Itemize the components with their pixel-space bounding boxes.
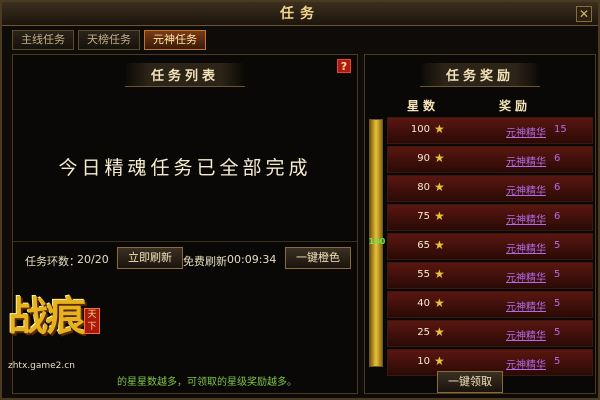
free-refresh-label: 免费刷新	[183, 255, 227, 268]
reward-row: 25 ★ 元神精华 5	[387, 320, 593, 347]
reward-quantity: 5	[554, 298, 561, 309]
tab-heaven-rank[interactable]: 天榜任务	[78, 30, 140, 50]
reward-header: 任务奖励	[365, 63, 595, 87]
star-icon: ★	[434, 296, 445, 310]
control-row: 任务环数： 20/20 立即刷新 免费刷新 00:09:34 一键橙色	[13, 247, 357, 273]
reward-item-link[interactable]: 元神精华	[506, 153, 546, 168]
free-refresh-timer: 00:09:34	[227, 253, 277, 266]
refresh-now-button[interactable]: 立即刷新	[117, 247, 183, 269]
task-list-title: 任务列表	[124, 63, 245, 87]
reward-star-count: 25	[417, 327, 430, 338]
reward-item-link[interactable]: 元神精华	[506, 124, 546, 139]
reward-quantity: 6	[554, 211, 561, 222]
star-icon: ★	[434, 209, 445, 223]
reward-column-header: 奖励	[499, 99, 532, 113]
star-icon: ★	[434, 325, 445, 339]
reward-row: 90 ★ 元神精华 6	[387, 146, 593, 173]
reward-row: 75 ★ 元神精华 6	[387, 204, 593, 231]
reward-star-count: 80	[417, 182, 430, 193]
window-title: 任务	[280, 6, 320, 22]
reward-panel: 任务奖励 星数 奖励 100 100 ★ 元神精华 15 90 ★ 元神精华 6 80 ★ 元神精华…	[364, 54, 596, 394]
star-icon: ★	[434, 151, 445, 165]
reward-quantity: 5	[554, 240, 561, 251]
reward-row: 40 ★ 元神精华 5	[387, 291, 593, 318]
reward-quantity: 5	[554, 327, 561, 338]
task-list-header: 任务列表	[13, 63, 357, 87]
reward-quantity: 5	[554, 356, 561, 367]
star-icon: ★	[434, 267, 445, 281]
reward-item-link[interactable]: 元神精华	[506, 240, 546, 255]
ring-count-value: 20/20	[77, 253, 109, 266]
title-bar: 任务 ✕	[2, 2, 598, 26]
reward-star-count: 90	[417, 153, 430, 164]
star-icon: ★	[434, 354, 445, 368]
star-progress-bar: 100	[368, 119, 386, 367]
close-icon[interactable]: ✕	[576, 6, 592, 22]
star-icon: ★	[434, 180, 445, 194]
reward-star-count: 55	[417, 269, 430, 280]
reward-star-count: 10	[417, 356, 430, 367]
reward-star-count: 65	[417, 240, 430, 251]
reward-title: 任务奖励	[419, 63, 540, 87]
reward-item-link[interactable]: 元神精华	[506, 356, 546, 371]
reward-item-link[interactable]: 元神精华	[506, 298, 546, 313]
ring-count-label: 任务环数：	[25, 255, 80, 268]
footer-hint: 的星星数越多，可领取的星级奖励越多。	[117, 377, 297, 388]
task-window: 任务 ✕ 主线任务 天榜任务 元神任务 任务列表 ? 今日精魂任务已全部完成 任…	[0, 0, 600, 400]
completed-message: 今日精魂任务已全部完成	[58, 157, 312, 179]
one-click-claim-button[interactable]: 一键领取	[437, 371, 503, 393]
one-click-orange-button[interactable]: 一键橙色	[285, 247, 351, 269]
task-list-panel: 任务列表 ? 今日精魂任务已全部完成 任务环数： 20/20 立即刷新 免费刷新…	[12, 54, 358, 394]
reward-quantity: 5	[554, 269, 561, 280]
tab-bar: 主线任务 天榜任务 元神任务	[12, 30, 206, 52]
star-icon: ★	[434, 122, 445, 136]
tab-main-quest[interactable]: 主线任务	[12, 30, 74, 50]
help-icon[interactable]: ?	[337, 59, 351, 73]
reward-item-link[interactable]: 元神精华	[506, 211, 546, 226]
reward-star-count: 100	[410, 124, 430, 135]
reward-list: 100 ★ 元神精华 15 90 ★ 元神精华 6 80 ★ 元神精华 6 75 ★ 元神精华 6 65 ★ 元神精…	[387, 117, 593, 378]
reward-row: 55 ★ 元神精华 5	[387, 262, 593, 289]
reward-quantity: 6	[554, 182, 561, 193]
reward-row: 65 ★ 元神精华 5	[387, 233, 593, 260]
reward-item-link[interactable]: 元神精华	[506, 269, 546, 284]
tab-spirit-quest[interactable]: 元神任务	[144, 30, 206, 50]
divider	[13, 241, 357, 242]
reward-quantity: 6	[554, 153, 561, 164]
star-icon: ★	[434, 238, 445, 252]
reward-quantity: 15	[554, 124, 567, 135]
stars-column-header: 星数	[407, 99, 440, 113]
reward-star-count: 75	[417, 211, 430, 222]
reward-row: 80 ★ 元神精华 6	[387, 175, 593, 202]
star-progress-label: 100	[368, 237, 386, 246]
reward-row: 100 ★ 元神精华 15	[387, 117, 593, 144]
reward-item-link[interactable]: 元神精华	[506, 327, 546, 342]
reward-star-count: 40	[417, 298, 430, 309]
reward-item-link[interactable]: 元神精华	[506, 182, 546, 197]
